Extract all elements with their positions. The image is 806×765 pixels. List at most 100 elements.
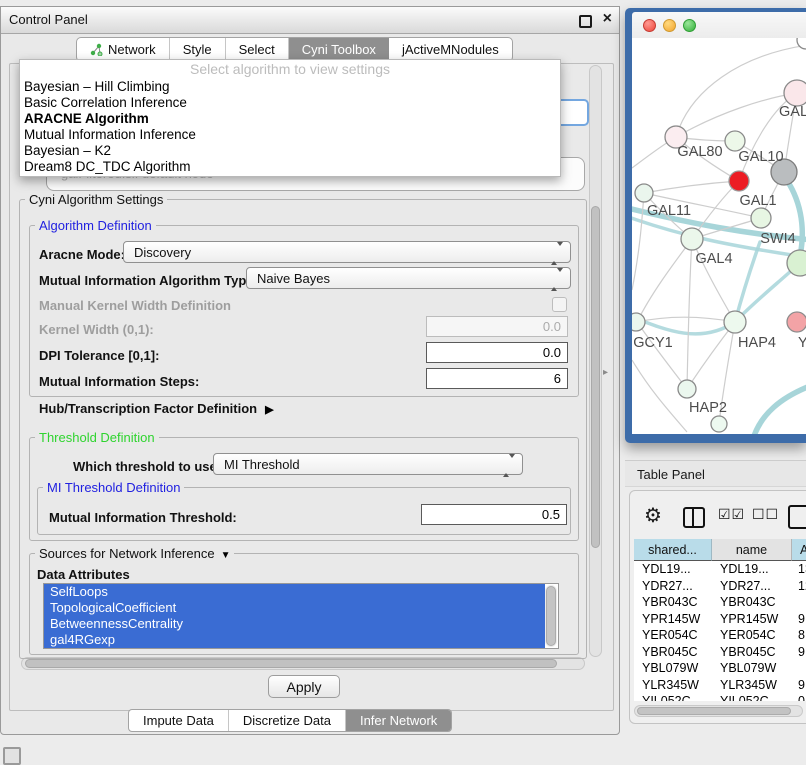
control-panel-titlebar[interactable]: Control Panel ×	[1, 7, 619, 34]
column-header-name[interactable]: name	[712, 539, 792, 561]
aracne-mode-combobox[interactable]: Discovery	[123, 241, 571, 263]
table-row[interactable]: YER054CYER054C8.	[634, 627, 806, 644]
tab-cyni-toolbox-label: Cyni Toolbox	[302, 42, 376, 57]
mi-type-combobox[interactable]: Naive Bayes	[246, 267, 571, 289]
network-node-gal1[interactable]	[751, 208, 771, 228]
table-row[interactable]: YDR27...YDR27...12	[634, 578, 806, 595]
table-cell: YBL079W	[712, 660, 792, 677]
tab-select[interactable]: Select	[226, 38, 289, 61]
mac-zoom-icon[interactable]	[683, 19, 696, 32]
tab-network-label: Network	[108, 42, 156, 57]
select-all-checkboxes-icon[interactable]: ☑☑	[718, 506, 745, 523]
hub-definition-expander[interactable]: Hub/Transcription Factor Definition▶	[39, 401, 274, 416]
table-cell: YIL052C	[712, 693, 792, 701]
close-icon[interactable]: ×	[603, 10, 612, 28]
table-cell: YDL19...	[712, 561, 792, 578]
network-canvas[interactable]: GALGAL80GAL10GAL1GAL11SWI4GAL4GCY1HAP4YH…	[632, 38, 806, 434]
tab-jactivemnodules[interactable]: jActiveMNodules	[389, 38, 512, 61]
algorithm-popup-item[interactable]: Bayesian – Hill Climbing	[20, 79, 560, 95]
network-node-label: HAP2	[689, 400, 727, 416]
deselect-all-checkboxes-icon[interactable]: ☐☐	[752, 506, 779, 523]
table-panel-header[interactable]: Table Panel	[625, 460, 806, 487]
algorithm-popup-item[interactable]: Mutual Information Inference	[20, 127, 560, 143]
network-node-swi4[interactable]	[787, 250, 806, 276]
table-mode-icon[interactable]	[788, 505, 806, 529]
table-cell	[792, 660, 806, 677]
network-node-hap4[interactable]	[724, 311, 746, 333]
network-node-gal[interactable]	[784, 80, 806, 106]
dock-panel-icon[interactable]	[3, 747, 21, 765]
table-cell: YPR145W	[634, 611, 712, 628]
network-node-gal4[interactable]	[681, 228, 703, 250]
table-cell: YER054C	[712, 627, 792, 644]
table-row[interactable]: YPR145WYPR145W9.	[634, 611, 806, 628]
stepper-icon	[503, 458, 515, 473]
gear-icon[interactable]: ⚙	[644, 503, 662, 528]
cyni-settings-group-title: Cyni Algorithm Settings	[25, 192, 167, 207]
vertical-scrollbar-thumb[interactable]	[591, 206, 600, 548]
data-attribute-item[interactable]: TopologicalCoefficient	[44, 600, 545, 616]
network-window-titlebar[interactable]	[632, 12, 806, 39]
table-row[interactable]: YLR345WYLR345W9.	[634, 677, 806, 694]
control-panel-window: Control Panel × Network Style Select Cyn…	[0, 6, 620, 735]
vertical-scrollbar[interactable]	[589, 65, 602, 657]
table-cell: 9.	[792, 644, 806, 661]
tab-network[interactable]: Network	[77, 38, 170, 61]
mac-close-icon[interactable]	[643, 19, 656, 32]
which-threshold-combobox[interactable]: MI Threshold	[213, 453, 523, 475]
apply-button[interactable]: Apply	[268, 675, 340, 698]
table-header-row: shared... name A	[634, 539, 806, 561]
mi-type-value: Naive Bayes	[257, 271, 330, 286]
attributes-scrollbar[interactable]	[545, 585, 557, 647]
tab-infer-network[interactable]: Infer Network	[346, 710, 451, 731]
stepper-icon	[551, 272, 563, 287]
kernel-width-field[interactable]: 0.0	[426, 316, 568, 337]
data-attribute-item[interactable]: BetweennessCentrality	[44, 616, 545, 632]
data-attributes-label: Data Attributes	[37, 567, 130, 582]
table-row[interactable]: YBL079WYBL079W	[634, 660, 806, 677]
column-view-icon[interactable]	[683, 507, 705, 528]
column-header-shared-name[interactable]: shared...	[634, 539, 712, 561]
network-node[interactable]	[797, 38, 806, 49]
table-cell: YBL079W	[634, 660, 712, 677]
network-node-y[interactable]	[787, 312, 806, 332]
network-node[interactable]	[711, 416, 727, 432]
panel-divider-handle[interactable]: ▸	[603, 367, 608, 378]
tab-style[interactable]: Style	[170, 38, 226, 61]
network-node-gcy1[interactable]	[632, 313, 645, 331]
network-node-gal11[interactable]	[635, 184, 653, 202]
float-window-icon[interactable]	[579, 15, 592, 28]
sources-title[interactable]: Sources for Network Inference▼	[35, 546, 234, 561]
network-view-window: GALGAL80GAL10GAL1GAL11SWI4GAL4GCY1HAP4YH…	[625, 8, 806, 443]
data-attribute-item[interactable]: SelfLoops	[44, 584, 545, 600]
desktop: { "icons": { "close": "×", "hub_arrow": …	[0, 0, 806, 762]
mi-threshold-field[interactable]: 0.5	[421, 504, 567, 525]
algorithm-popup-item[interactable]: Basic Correlation Inference	[20, 95, 560, 111]
attributes-scrollbar-thumb[interactable]	[546, 586, 556, 646]
data-attributes-list[interactable]: SelfLoopsTopologicalCoefficientBetweenne…	[43, 583, 559, 649]
table-row[interactable]: YDL19...YDL19...13	[634, 561, 806, 578]
table-horizontal-scrollbar-thumb[interactable]	[637, 707, 791, 715]
data-attribute-item[interactable]: gal4RGexp	[44, 632, 545, 648]
mac-minimize-icon[interactable]	[663, 19, 676, 32]
algorithm-popup-item[interactable]: Bayesian – K2	[20, 143, 560, 159]
network-node[interactable]	[729, 171, 749, 191]
table-horizontal-scrollbar[interactable]	[634, 705, 803, 717]
tab-cyni-toolbox[interactable]: Cyni Toolbox	[289, 38, 389, 61]
table-row[interactable]: YBR043CYBR043C	[634, 594, 806, 611]
horizontal-scrollbar-thumb[interactable]	[25, 659, 557, 668]
table-row[interactable]: YBR045CYBR045C9.	[634, 644, 806, 661]
tab-impute-data-label: Impute Data	[143, 713, 214, 728]
algorithm-popup-item[interactable]: Dream8 DC_TDC Algorithm	[20, 159, 560, 175]
tab-discretize-data[interactable]: Discretize Data	[229, 710, 346, 731]
dpi-tolerance-field[interactable]: 0.0	[426, 342, 568, 363]
network-node-gal10[interactable]	[725, 131, 745, 151]
network-node-hap2[interactable]	[678, 380, 696, 398]
column-header-partial[interactable]: A	[792, 539, 806, 561]
table-row[interactable]: YIL052CYIL052C0.	[634, 693, 806, 701]
manual-kernel-checkbox[interactable]	[552, 297, 567, 312]
tab-impute-data[interactable]: Impute Data	[129, 710, 229, 731]
algorithm-popup-items: Bayesian – Hill ClimbingBasic Correlatio…	[20, 79, 560, 175]
mi-steps-field[interactable]: 6	[426, 368, 568, 389]
algorithm-popup-item[interactable]: ARACNE Algorithm	[20, 111, 560, 127]
